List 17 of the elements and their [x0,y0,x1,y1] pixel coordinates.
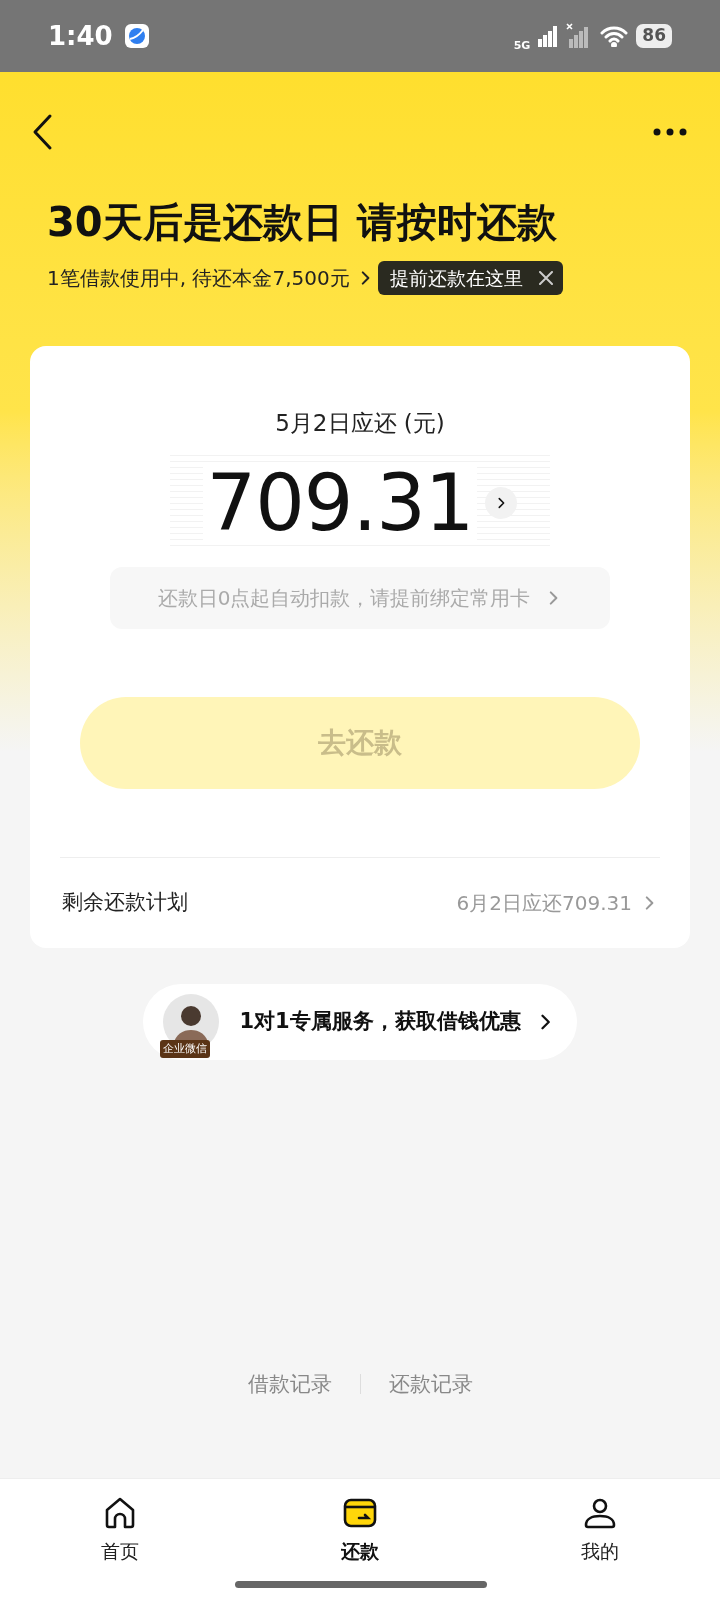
nav-tab[interactable]: 我的 [480,1479,720,1600]
more-icon [653,128,687,136]
due-label: 5月2日应还 (元) [275,409,445,438]
close-icon[interactable] [538,271,553,285]
repayment-plan-row[interactable]: 剩余还款计划 6月2日应还709.31 [30,857,690,948]
signal-icon [538,25,559,47]
wifi-icon [600,25,629,47]
nav-tab[interactable]: 首页 [0,1479,240,1600]
page-title: 30天后是还款日 请按时还款 [46,198,558,247]
tooltip-text: 提前还款在这里 [389,265,523,291]
loan-summary[interactable]: 1笔借款使用中, 待还本金7,500元 [47,263,350,293]
service-banner[interactable]: 企业微信 1对1专属服务，获取借钱优惠 [143,983,577,1060]
avatar-badge: 企业微信 [160,1039,211,1058]
network-type: 5G [513,39,531,51]
status-time: 1:40 [48,19,113,53]
battery-indicator: 86 [636,24,672,48]
app-icon [124,24,149,48]
